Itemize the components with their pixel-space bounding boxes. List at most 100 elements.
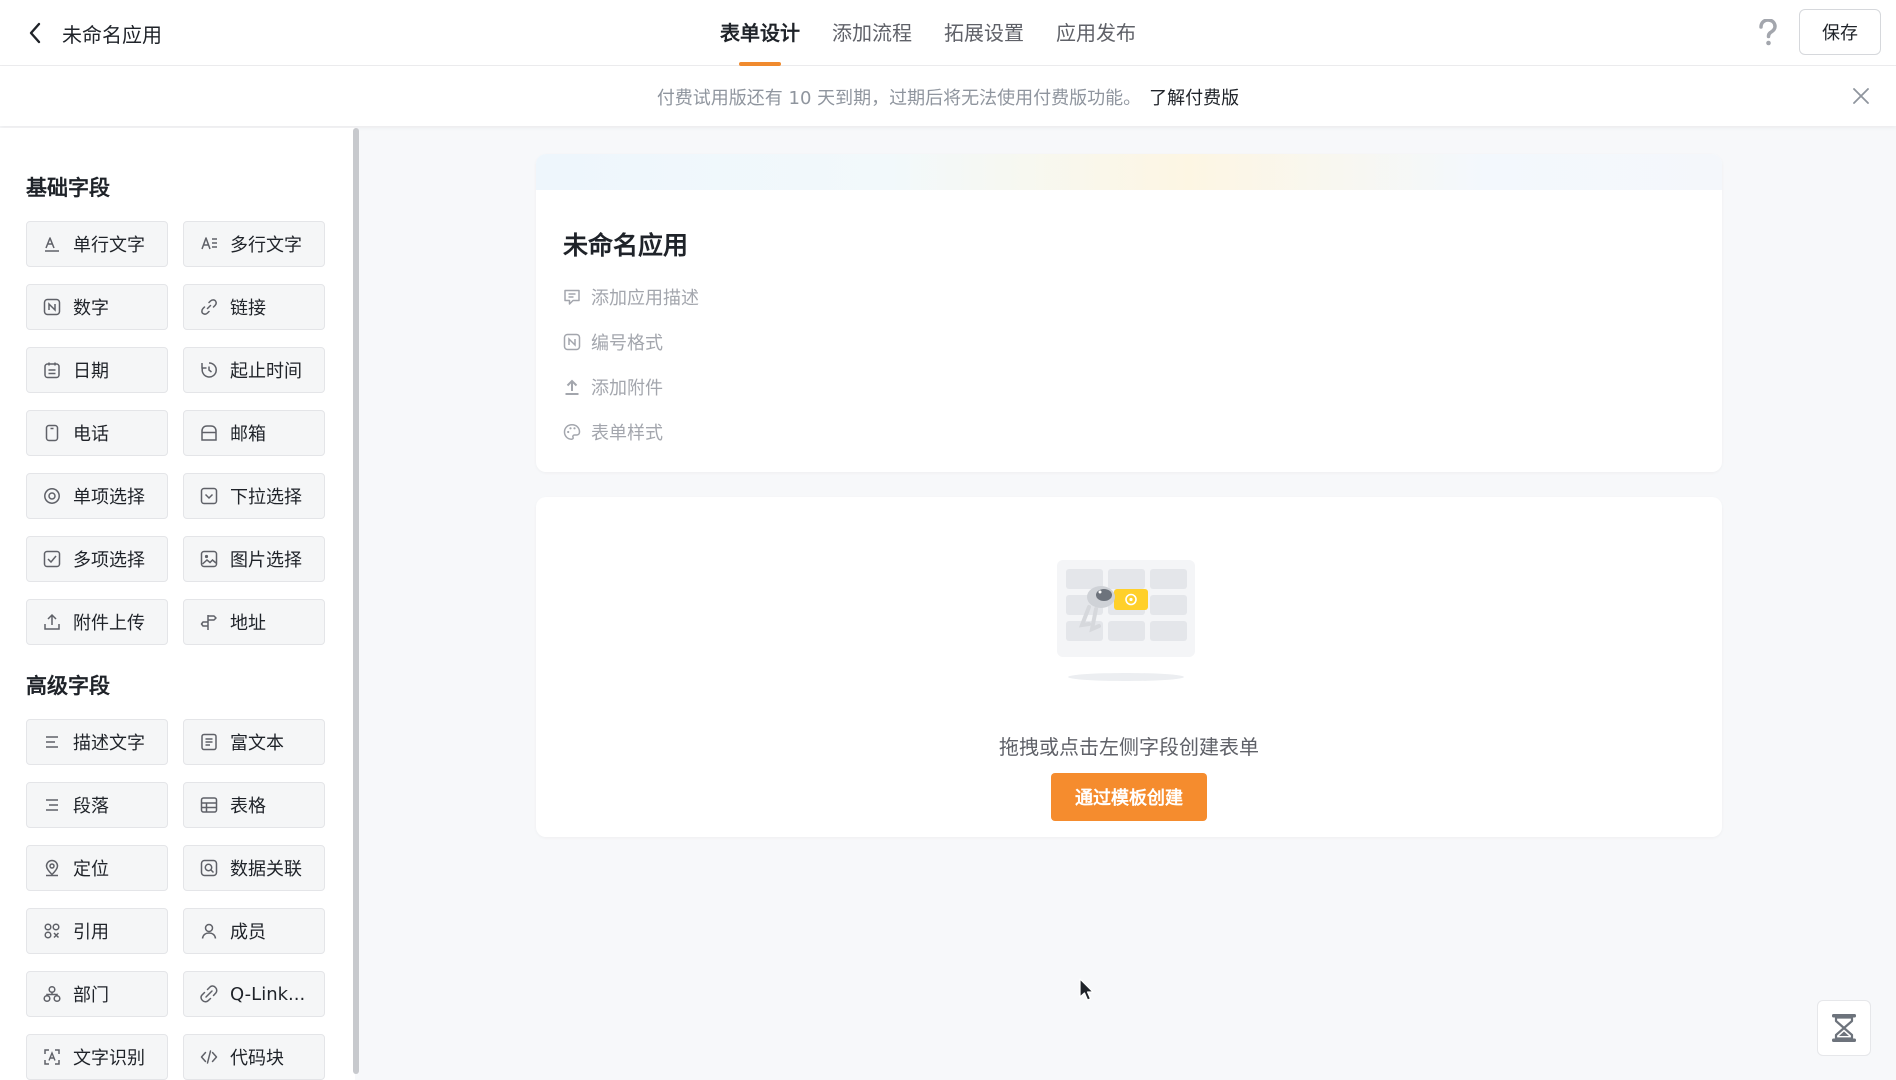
field-upload[interactable]: 附件上传 — [26, 599, 168, 645]
field-multi-line-text[interactable]: 多行文字 — [183, 221, 325, 267]
paragraph-icon — [43, 796, 61, 814]
field-label: Q-Link... — [230, 983, 306, 1005]
field-label: 附件上传 — [73, 613, 145, 634]
field-time-range[interactable]: 起止时间 — [183, 347, 325, 393]
trial-notice-bar: 付费试用版还有 10 天到期，过期后将无法使用付费版功能。 了解付费版 — [0, 66, 1896, 126]
field-label: 定位 — [73, 859, 109, 880]
save-button[interactable]: 保存 — [1799, 9, 1881, 55]
department-icon — [43, 985, 61, 1003]
field-label: 描述文字 — [73, 733, 145, 754]
form-option-label: 编号格式 — [591, 333, 663, 354]
sidebar-scrollbar[interactable] — [353, 128, 359, 1074]
empty-form-card: 拖拽或点击左侧字段创建表单 通过模板创建 — [536, 497, 1722, 837]
field-reference[interactable]: 引用 — [26, 908, 168, 954]
field-number[interactable]: 数字 — [26, 284, 168, 330]
form-option-label: 添加附件 — [591, 378, 663, 399]
dropdown-icon — [200, 487, 218, 505]
form-option-label: 表单样式 — [591, 423, 663, 444]
top-header: 未命名应用 表单设计 添加流程 拓展设置 应用发布 保存 — [0, 0, 1896, 66]
form-option-label: 添加应用描述 — [591, 288, 699, 309]
form-header-card: 未命名应用 添加应用描述 编号格式添加附件表单样式 — [536, 154, 1722, 472]
field-rich-text[interactable]: 富文本 — [183, 719, 325, 765]
field-label: 成员 — [230, 922, 266, 943]
field-data-link[interactable]: 数据关联 — [183, 845, 325, 891]
form-option-upload-arrow[interactable]: 添加附件 — [563, 374, 663, 400]
field-paragraph[interactable]: 段落 — [26, 782, 168, 828]
field-label: 多项选择 — [73, 550, 145, 571]
trial-notice-text: 付费试用版还有 10 天到期，过期后将无法使用付费版功能。 — [656, 88, 1142, 109]
comment-icon — [563, 288, 581, 306]
field-single-line-text[interactable]: 单行文字 — [26, 221, 168, 267]
hourglass-float-button[interactable] — [1817, 1000, 1871, 1056]
field-label: 电话 — [73, 424, 109, 445]
field-code[interactable]: 代码块 — [183, 1034, 325, 1080]
tab-add-process[interactable]: 添加流程 — [832, 0, 912, 66]
basic-fields-title: 基础字段 — [26, 176, 110, 200]
empty-state-text: 拖拽或点击左侧字段创建表单 — [999, 735, 1259, 759]
tab-extension-settings[interactable]: 拓展设置 — [944, 0, 1024, 66]
field-label: 单行文字 — [73, 235, 145, 256]
field-address[interactable]: 地址 — [183, 599, 325, 645]
single-line-text-icon — [43, 235, 61, 253]
ocr-icon — [43, 1048, 61, 1066]
image-icon — [200, 550, 218, 568]
field-label: 代码块 — [230, 1048, 284, 1069]
back-arrow-icon[interactable] — [20, 18, 50, 48]
field-label: 引用 — [73, 922, 109, 943]
number-icon — [43, 298, 61, 316]
learn-paid-link[interactable]: 了解付费版 — [1149, 88, 1239, 109]
app-title: 未命名应用 — [62, 23, 162, 47]
field-label: 文字识别 — [73, 1048, 145, 1069]
field-location[interactable]: 定位 — [26, 845, 168, 891]
form-banner — [536, 154, 1722, 190]
close-icon[interactable] — [1848, 83, 1874, 109]
field-table[interactable]: 表格 — [183, 782, 325, 828]
field-description[interactable]: 描述文字 — [26, 719, 168, 765]
address-icon — [200, 613, 218, 631]
field-link[interactable]: 链接 — [183, 284, 325, 330]
field-radio[interactable]: 单项选择 — [26, 473, 168, 519]
field-checkbox[interactable]: 多项选择 — [26, 536, 168, 582]
field-label: 地址 — [230, 613, 266, 634]
tab-app-publish[interactable]: 应用发布 — [1056, 0, 1136, 66]
mouse-cursor-icon — [1079, 978, 1095, 1002]
upload-icon — [43, 613, 61, 631]
form-option-comment[interactable]: 添加应用描述 — [563, 284, 699, 310]
q-link-icon — [200, 985, 218, 1003]
multi-line-text-icon — [200, 235, 218, 253]
field-department[interactable]: 部门 — [26, 971, 168, 1017]
upload-arrow-icon — [563, 378, 581, 396]
field-label: 日期 — [73, 361, 109, 382]
form-option-palette[interactable]: 表单样式 — [563, 419, 663, 445]
tab-form-design[interactable]: 表单设计 — [720, 0, 800, 66]
field-dropdown[interactable]: 下拉选择 — [183, 473, 325, 519]
field-phone[interactable]: 电话 — [26, 410, 168, 456]
form-option-number-format[interactable]: 编号格式 — [563, 329, 663, 355]
hourglass-icon — [1832, 1014, 1856, 1042]
create-from-template-button[interactable]: 通过模板创建 — [1051, 773, 1207, 821]
field-label: 多行文字 — [230, 235, 302, 256]
field-image[interactable]: 图片选择 — [183, 536, 325, 582]
member-icon — [200, 922, 218, 940]
field-label: 数字 — [73, 298, 109, 319]
field-member[interactable]: 成员 — [183, 908, 325, 954]
field-label: 起止时间 — [230, 361, 302, 382]
field-label: 段落 — [73, 796, 109, 817]
notice-text-line: 付费试用版还有 10 天到期，过期后将无法使用付费版功能。 了解付费版 — [0, 84, 1896, 110]
calendar-icon — [43, 361, 61, 379]
field-mailbox[interactable]: 邮箱 — [183, 410, 325, 456]
form-title[interactable]: 未命名应用 — [563, 226, 688, 262]
field-label: 链接 — [230, 298, 266, 319]
help-question-icon[interactable] — [1754, 17, 1782, 49]
code-icon — [200, 1048, 218, 1066]
rich-text-icon — [200, 733, 218, 751]
field-q-link[interactable]: Q-Link... — [183, 971, 325, 1017]
field-label: 表格 — [230, 796, 266, 817]
field-label: 邮箱 — [230, 424, 266, 445]
radio-icon — [43, 487, 61, 505]
empty-illustration-icon — [1056, 557, 1196, 682]
field-ocr[interactable]: 文字识别 — [26, 1034, 168, 1080]
location-icon — [43, 859, 61, 877]
checkbox-icon — [43, 550, 61, 568]
field-calendar[interactable]: 日期 — [26, 347, 168, 393]
